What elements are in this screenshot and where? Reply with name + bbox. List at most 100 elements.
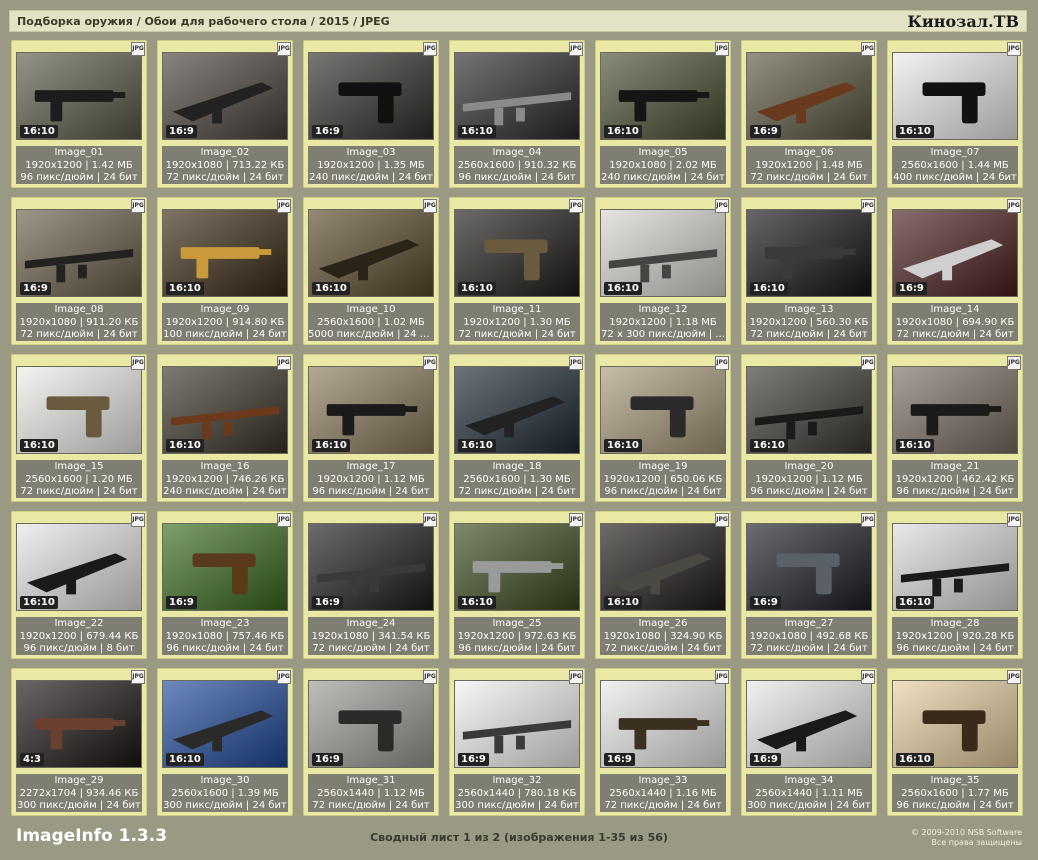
thumbnail-image[interactable]: 16:9	[162, 523, 288, 611]
aspect-ratio-badge: 16:10	[458, 439, 496, 452]
thumbnail-image[interactable]: 16:9	[308, 52, 434, 140]
thumbnail-image[interactable]: 16:9	[16, 209, 142, 297]
thumbnail-card[interactable]: JPG 16:10 Image_17 1920x1200 | 1.12 МБ 96 п…	[303, 354, 439, 502]
image-dimensions-size: 1920x1080 | 713.22 КБ	[165, 159, 285, 171]
jpg-file-icon: JPG	[715, 670, 729, 684]
thumbnail-image[interactable]: 16:9	[746, 52, 872, 140]
image-resolution-depth: 96 пикс/дюйм | 24 бит	[312, 486, 430, 497]
thumbnail-card[interactable]: JPG 16:10 Image_19 1920x1200 | 650.06 КБ 96…	[595, 354, 731, 502]
thumbnail-image[interactable]: 16:9	[162, 52, 288, 140]
thumbnail-card[interactable]: JPG 16:10 Image_12 1920x1200 | 1.18 МБ 72 x…	[595, 197, 731, 345]
aspect-ratio-badge: 16:10	[312, 439, 350, 452]
thumbnail-image[interactable]: 16:9	[454, 680, 580, 768]
thumbnail-card[interactable]: JPG 16:10 Image_05 1920x1080 | 2.02 МБ 240 …	[595, 40, 731, 188]
thumbnail-card[interactable]: JPG 16:9 Image_33 2560x1440 | 1.16 МБ 72 пи…	[595, 668, 731, 816]
image-resolution-depth: 96 пикс/дюйм | 24 бит	[458, 172, 576, 183]
thumbnail-image[interactable]: 16:9	[746, 523, 872, 611]
thumbnail-image[interactable]: 16:9	[600, 680, 726, 768]
thumbnail-card[interactable]: JPG 16:10 Image_30 2560x1600 | 1.39 МБ 300 …	[157, 668, 293, 816]
thumbnail-card[interactable]: JPG 16:9 Image_02 1920x1080 | 713.22 КБ 72 …	[157, 40, 293, 188]
thumbnail-image[interactable]: 16:9	[308, 680, 434, 768]
thumbnail-card[interactable]: JPG 16:10 Image_20 1920x1200 | 1.12 МБ 96 п…	[741, 354, 877, 502]
thumbnail-image[interactable]: 16:10	[600, 52, 726, 140]
thumbnail-card[interactable]: JPG 16:10 Image_35 2560x1600 | 1.77 МБ 96 п…	[887, 668, 1023, 816]
aspect-ratio-badge: 16:10	[896, 125, 934, 138]
image-info: Image_10 2560x1600 | 1.02 МБ 5000 пикс/дюй…	[308, 303, 434, 341]
image-dimensions-size: 1920x1080 | 694.90 КБ	[895, 316, 1015, 328]
thumbnail-card[interactable]: JPG 16:9 Image_34 2560x1440 | 1.11 МБ 300 п…	[741, 668, 877, 816]
image-name: Image_22	[54, 618, 104, 629]
image-name: Image_04	[492, 147, 542, 158]
thumbnail-card[interactable]: JPG 16:9 Image_32 2560x1440 | 780.18 КБ 300…	[449, 668, 585, 816]
image-name: Image_27	[784, 618, 834, 629]
image-dimensions-size: 1920x1200 | 1.35 МБ	[317, 159, 425, 171]
image-info: Image_32 2560x1440 | 780.18 КБ 300 пикс/дю…	[454, 774, 580, 812]
aspect-ratio-badge: 16:10	[20, 439, 58, 452]
aspect-ratio-badge: 16:9	[312, 753, 343, 766]
thumbnail-image[interactable]: 16:10	[892, 523, 1018, 611]
thumbnail-image[interactable]: 16:10	[600, 523, 726, 611]
thumbnail-card[interactable]: JPG 16:10 Image_04 2560x1600 | 910.32 КБ 96…	[449, 40, 585, 188]
thumbnail-card[interactable]: JPG 16:10 Image_26 1920x1080 | 324.90 КБ 72…	[595, 511, 731, 659]
thumbnail-card[interactable]: JPG 16:9 Image_14 1920x1080 | 694.90 КБ 72 …	[887, 197, 1023, 345]
thumbnail-card[interactable]: JPG 16:10 Image_28 1920x1200 | 920.28 КБ 96…	[887, 511, 1023, 659]
jpg-file-icon: JPG	[277, 356, 291, 370]
thumbnail-card[interactable]: JPG 16:10 Image_15 2560x1600 | 1.20 МБ 72 п…	[11, 354, 147, 502]
thumbnail-image[interactable]: 16:10	[600, 366, 726, 454]
thumbnail-card[interactable]: JPG 16:10 Image_13 1920x1200 | 560.30 КБ 72…	[741, 197, 877, 345]
thumbnail-card[interactable]: JPG 16:9 Image_31 2560x1440 | 1.12 МБ 72 пи…	[303, 668, 439, 816]
thumbnail-image[interactable]: 16:10	[454, 52, 580, 140]
image-info: Image_26 1920x1080 | 324.90 КБ 72 пикс/дюй…	[600, 617, 726, 655]
thumbnail-image[interactable]: 16:10	[892, 366, 1018, 454]
thumbnail-image[interactable]: 16:9	[746, 680, 872, 768]
image-info: Image_29 2272x1704 | 934.46 КБ 300 пикс/дю…	[16, 774, 142, 812]
thumbnail-card[interactable]: JPG 16:10 Image_25 1920x1200 | 972.63 КБ 96…	[449, 511, 585, 659]
thumbnail-card[interactable]: JPG 4:3 Image_29 2272x1704 | 934.46 КБ 300 …	[11, 668, 147, 816]
thumbnail-image[interactable]: 4:3	[16, 680, 142, 768]
thumbnail-card[interactable]: JPG 16:9 Image_27 1920x1080 | 492.68 КБ 72 …	[741, 511, 877, 659]
thumbnail-card[interactable]: JPG 16:10 Image_01 1920x1200 | 1.42 МБ 96 п…	[11, 40, 147, 188]
thumbnail-image[interactable]: 16:10	[162, 209, 288, 297]
thumbnail-card[interactable]: JPG 16:9 Image_24 1920x1080 | 341.54 КБ 72 …	[303, 511, 439, 659]
image-name: Image_12	[638, 304, 688, 315]
thumbnail-image[interactable]: 16:10	[454, 209, 580, 297]
image-name: Image_17	[346, 461, 396, 472]
aspect-ratio-badge: 16:10	[20, 596, 58, 609]
thumbnail-image[interactable]: 16:10	[162, 366, 288, 454]
thumbnail-image[interactable]: 16:10	[454, 366, 580, 454]
thumbnail-card[interactable]: JPG 16:10 Image_21 1920x1200 | 462.42 КБ 96…	[887, 354, 1023, 502]
image-dimensions-size: 1920x1200 | 462.42 КБ	[895, 473, 1015, 485]
thumbnail-image[interactable]: 16:10	[892, 680, 1018, 768]
thumbnail-card[interactable]: JPG 16:10 Image_09 1920x1200 | 914.80 КБ 10…	[157, 197, 293, 345]
thumbnail-card[interactable]: JPG 16:9 Image_06 1920x1200 | 1.48 МБ 72 пи…	[741, 40, 877, 188]
thumbnail-card[interactable]: JPG 16:9 Image_03 1920x1200 | 1.35 МБ 240 п…	[303, 40, 439, 188]
thumbnail-image[interactable]: 16:10	[746, 209, 872, 297]
thumbnail-card[interactable]: JPG 16:10 Image_18 2560x1600 | 1.30 МБ 72 п…	[449, 354, 585, 502]
thumbnail-image[interactable]: 16:10	[16, 52, 142, 140]
thumbnail-card[interactable]: JPG 16:10 Image_16 1920x1200 | 746.26 КБ 24…	[157, 354, 293, 502]
thumbnail-image[interactable]: 16:10	[16, 366, 142, 454]
thumbnail-card[interactable]: JPG 16:10 Image_07 2560x1600 | 1.44 МБ 400 …	[887, 40, 1023, 188]
jpg-file-icon: JPG	[1007, 356, 1021, 370]
thumbnail-image[interactable]: 16:10	[162, 680, 288, 768]
thumbnail-card[interactable]: JPG 16:9 Image_08 1920x1080 | 911.20 КБ 72 …	[11, 197, 147, 345]
thumbnail-card[interactable]: JPG 16:10 Image_10 2560x1600 | 1.02 МБ 5000…	[303, 197, 439, 345]
thumbnail-card[interactable]: JPG 16:10 Image_22 1920x1200 | 679.44 КБ 96…	[11, 511, 147, 659]
thumbnail-image[interactable]: 16:10	[746, 366, 872, 454]
thumbnail-image[interactable]: 16:10	[892, 52, 1018, 140]
thumbnail-card[interactable]: JPG 16:9 Image_23 1920x1080 | 757.46 КБ 96 …	[157, 511, 293, 659]
image-resolution-depth: 72 пикс/дюйм | 24 бит	[312, 643, 430, 654]
jpg-file-icon: JPG	[423, 199, 437, 213]
jpg-file-icon: JPG	[715, 42, 729, 56]
thumbnail-image[interactable]: 16:10	[600, 209, 726, 297]
thumbnail-image[interactable]: 16:10	[16, 523, 142, 611]
thumbnail-image[interactable]: 16:10	[308, 366, 434, 454]
thumbnail-image[interactable]: 16:9	[892, 209, 1018, 297]
thumbnail-image[interactable]: 16:9	[308, 523, 434, 611]
thumbnail-image[interactable]: 16:10	[308, 209, 434, 297]
thumbnail-image[interactable]: 16:10	[454, 523, 580, 611]
thumbnail-card[interactable]: JPG 16:10 Image_11 1920x1200 | 1.30 МБ 72 п…	[449, 197, 585, 345]
image-resolution-depth: 72 пикс/дюйм | 24 бит	[312, 800, 430, 811]
image-resolution-depth: 72 пикс/дюйм | 24 бит	[458, 329, 576, 340]
jpg-file-icon: JPG	[1007, 513, 1021, 527]
